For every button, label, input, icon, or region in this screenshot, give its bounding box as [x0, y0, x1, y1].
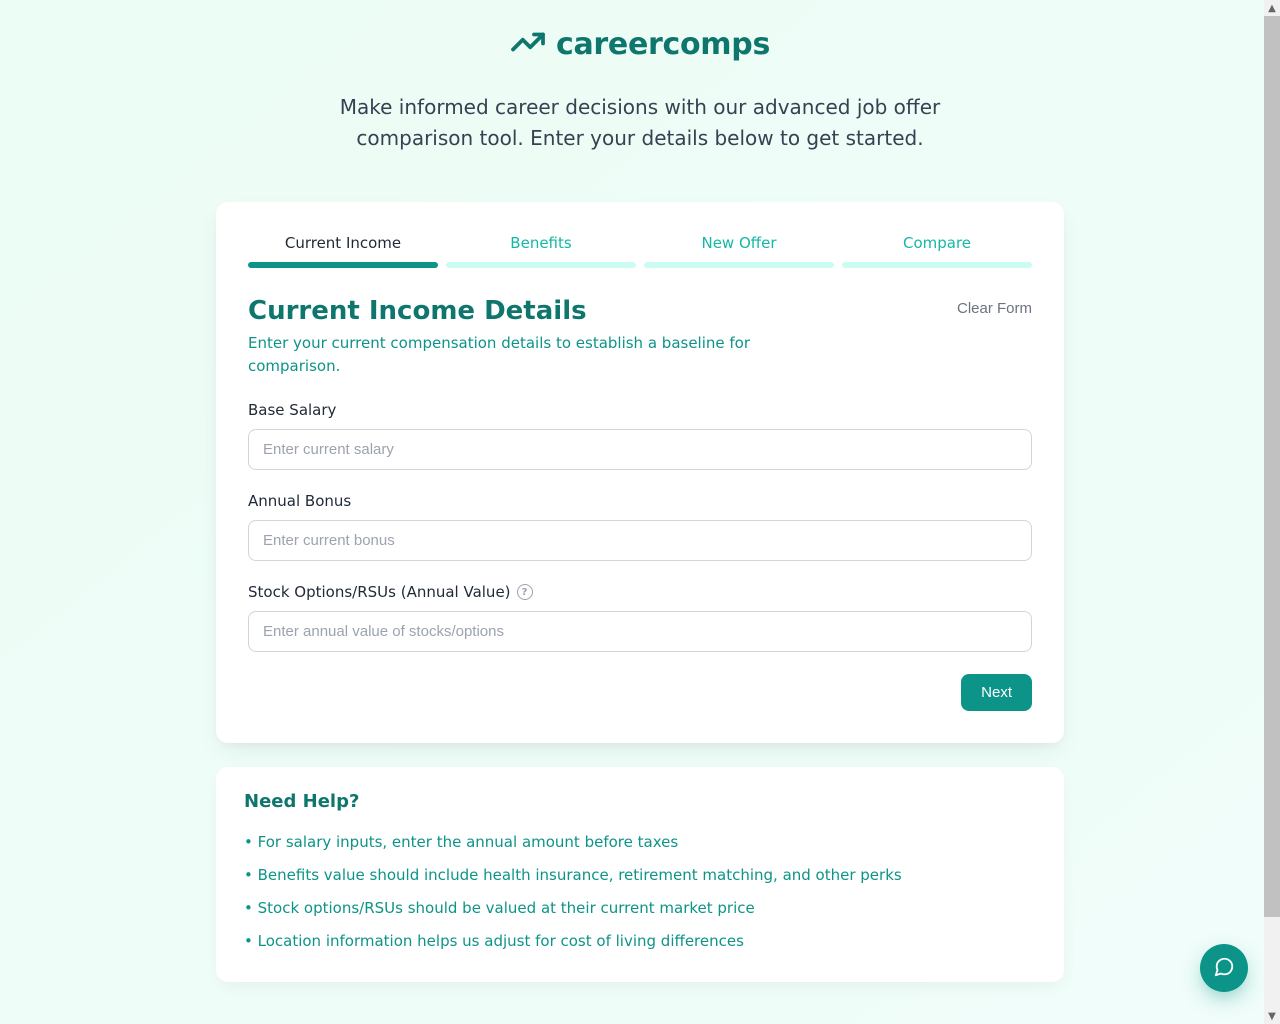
step-current-income[interactable]: Current Income: [248, 234, 438, 268]
help-item: • Stock options/RSUs should be valued at…: [244, 892, 1036, 925]
base-salary-input[interactable]: [248, 429, 1032, 470]
annual-bonus-label: Annual Bonus: [248, 492, 1032, 510]
help-title: Need Help?: [244, 791, 1036, 812]
brand-name: careercomps: [556, 27, 770, 62]
help-list: • For salary inputs, enter the annual am…: [244, 826, 1036, 958]
help-card: Need Help? • For salary inputs, enter th…: [216, 767, 1064, 982]
help-item: • Benefits value should include health i…: [244, 859, 1036, 892]
field-base-salary: Base Salary: [248, 401, 1032, 470]
base-salary-label: Base Salary: [248, 401, 1032, 419]
step-compare[interactable]: Compare: [842, 234, 1032, 268]
help-circle-icon[interactable]: ?: [517, 584, 533, 600]
next-button[interactable]: Next: [961, 674, 1032, 711]
step-bar: [842, 262, 1032, 268]
clear-form-button[interactable]: Clear Form: [957, 296, 1032, 321]
step-new-offer[interactable]: New Offer: [644, 234, 834, 268]
help-item: • Location information helps us adjust f…: [244, 925, 1036, 958]
message-circle-icon: [1213, 956, 1235, 981]
step-label: Benefits: [446, 234, 636, 252]
brand-header: careercomps: [216, 24, 1064, 64]
stock-options-input[interactable]: [248, 611, 1032, 652]
section-title: Current Income Details: [248, 296, 587, 326]
step-benefits[interactable]: Benefits: [446, 234, 636, 268]
trending-up-icon: [510, 24, 546, 64]
step-bar: [248, 262, 438, 268]
form-card: Current Income Benefits New Offer Compar…: [216, 202, 1064, 743]
field-stock-options: Stock Options/RSUs (Annual Value) ?: [248, 583, 1032, 652]
section-description: Enter your current compensation details …: [248, 332, 768, 377]
stock-options-label: Stock Options/RSUs (Annual Value): [248, 583, 511, 601]
scroll-down-icon[interactable]: ▼: [1264, 1008, 1280, 1024]
scrollbar[interactable]: ▲ ▼: [1264, 0, 1280, 1024]
step-label: New Offer: [644, 234, 834, 252]
annual-bonus-input[interactable]: [248, 520, 1032, 561]
help-item: • For salary inputs, enter the annual am…: [244, 826, 1036, 859]
intro-text: Make informed career decisions with our …: [300, 92, 980, 154]
chat-fab-button[interactable]: [1200, 944, 1248, 992]
step-indicator: Current Income Benefits New Offer Compar…: [248, 234, 1032, 268]
scrollbar-thumb[interactable]: [1264, 16, 1280, 917]
step-label: Compare: [842, 234, 1032, 252]
step-label: Current Income: [248, 234, 438, 252]
field-annual-bonus: Annual Bonus: [248, 492, 1032, 561]
step-bar: [644, 262, 834, 268]
step-bar: [446, 262, 636, 268]
scroll-up-icon[interactable]: ▲: [1264, 0, 1280, 16]
